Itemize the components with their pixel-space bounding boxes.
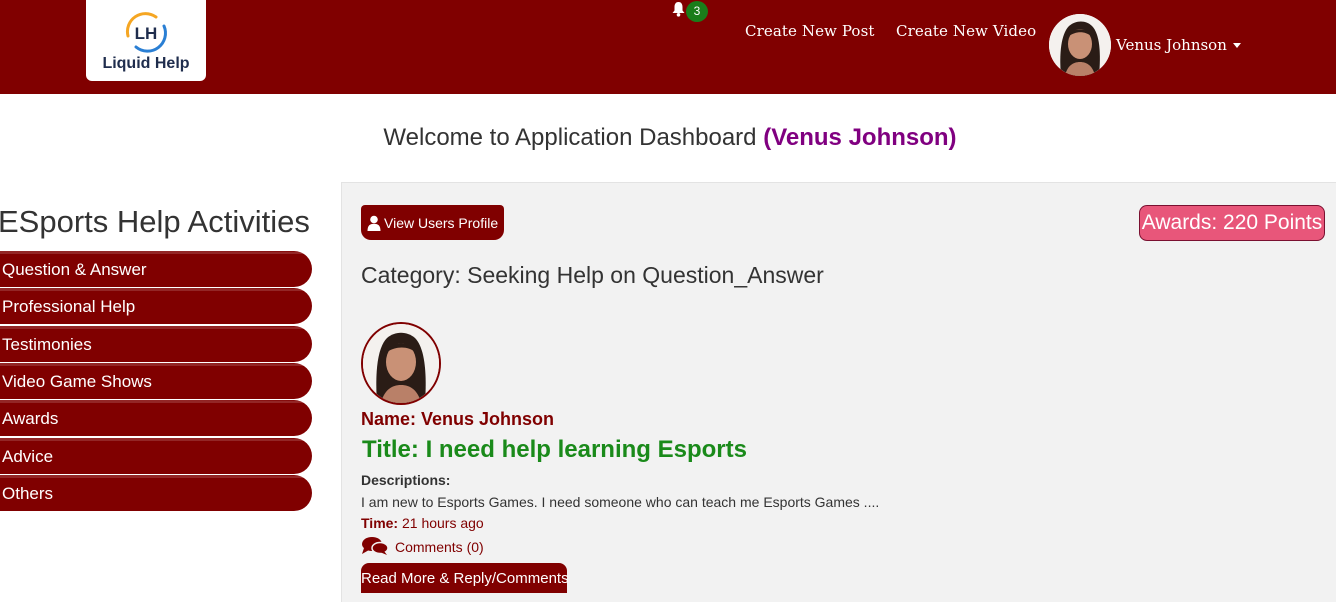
sidebar-item-others[interactable]: Others [0,475,312,511]
logo-text: Liquid Help [102,55,190,72]
sidebar-item-awards[interactable]: Awards [0,400,312,436]
time-value: 21 hours ago [401,515,484,531]
post-title[interactable]: Title: I need help learning Esports [362,436,747,464]
sidebar-item-question-answer[interactable]: Question & Answer [0,251,312,287]
top-navbar: LH Liquid Help 3 Create New Post Create … [0,0,1336,94]
time-label: Time: [361,515,399,531]
create-new-video-link[interactable]: Create New Video [896,22,1036,40]
welcome-user: (Venus Johnson) [763,124,957,151]
post-author-name: Name: Venus Johnson [361,409,555,429]
view-users-profile-label: View Users Profile [384,215,499,231]
post-time: Time: 21 hours ago [361,515,484,531]
sidebar-title: ESports Help Activities [0,204,310,239]
awards-points-badge: Awards: 220 Points [1139,205,1325,241]
create-new-post-link[interactable]: Create New Post [745,22,875,40]
author-photo-icon [363,324,439,403]
sidebar-item-testimonies[interactable]: Testimonies [0,326,312,362]
user-photo-icon [1049,14,1111,76]
comments-label: Comments (0) [395,539,484,555]
bell-icon[interactable] [671,1,686,17]
logo-mark-icon: LH [125,12,167,53]
logo-initials: LH [135,24,158,43]
sidebar-item-professional-help[interactable]: Professional Help [0,288,312,324]
sidebar-item-advice[interactable]: Advice [0,438,312,474]
read-more-reply-button[interactable]: Read More & Reply/Comments [361,563,569,593]
main-panel [341,182,1336,602]
comments-icon [362,537,389,555]
chevron-down-icon[interactable] [1233,43,1241,48]
category-heading: Category: Seeking Help on Question_Answe… [361,262,824,288]
descriptions-label: Descriptions: [361,472,451,488]
sidebar-item-video-game-shows[interactable]: Video Game Shows [0,363,312,399]
notification-count-badge[interactable]: 3 [686,1,708,22]
user-avatar[interactable] [1049,14,1111,76]
comments-link[interactable]: Comments (0) [361,536,484,556]
user-name-dropdown[interactable]: Venus Johnson [1116,36,1227,54]
view-users-profile-button[interactable]: View Users Profile [361,205,504,240]
welcome-heading: Welcome to Application Dashboard (Venus … [0,124,1336,152]
logo[interactable]: LH Liquid Help [86,0,206,81]
user-icon [367,215,381,231]
post-author-avatar [361,322,441,405]
post-description: I am new to Esports Games. I need someon… [361,494,880,510]
welcome-text: Welcome to Application Dashboard [383,124,757,151]
